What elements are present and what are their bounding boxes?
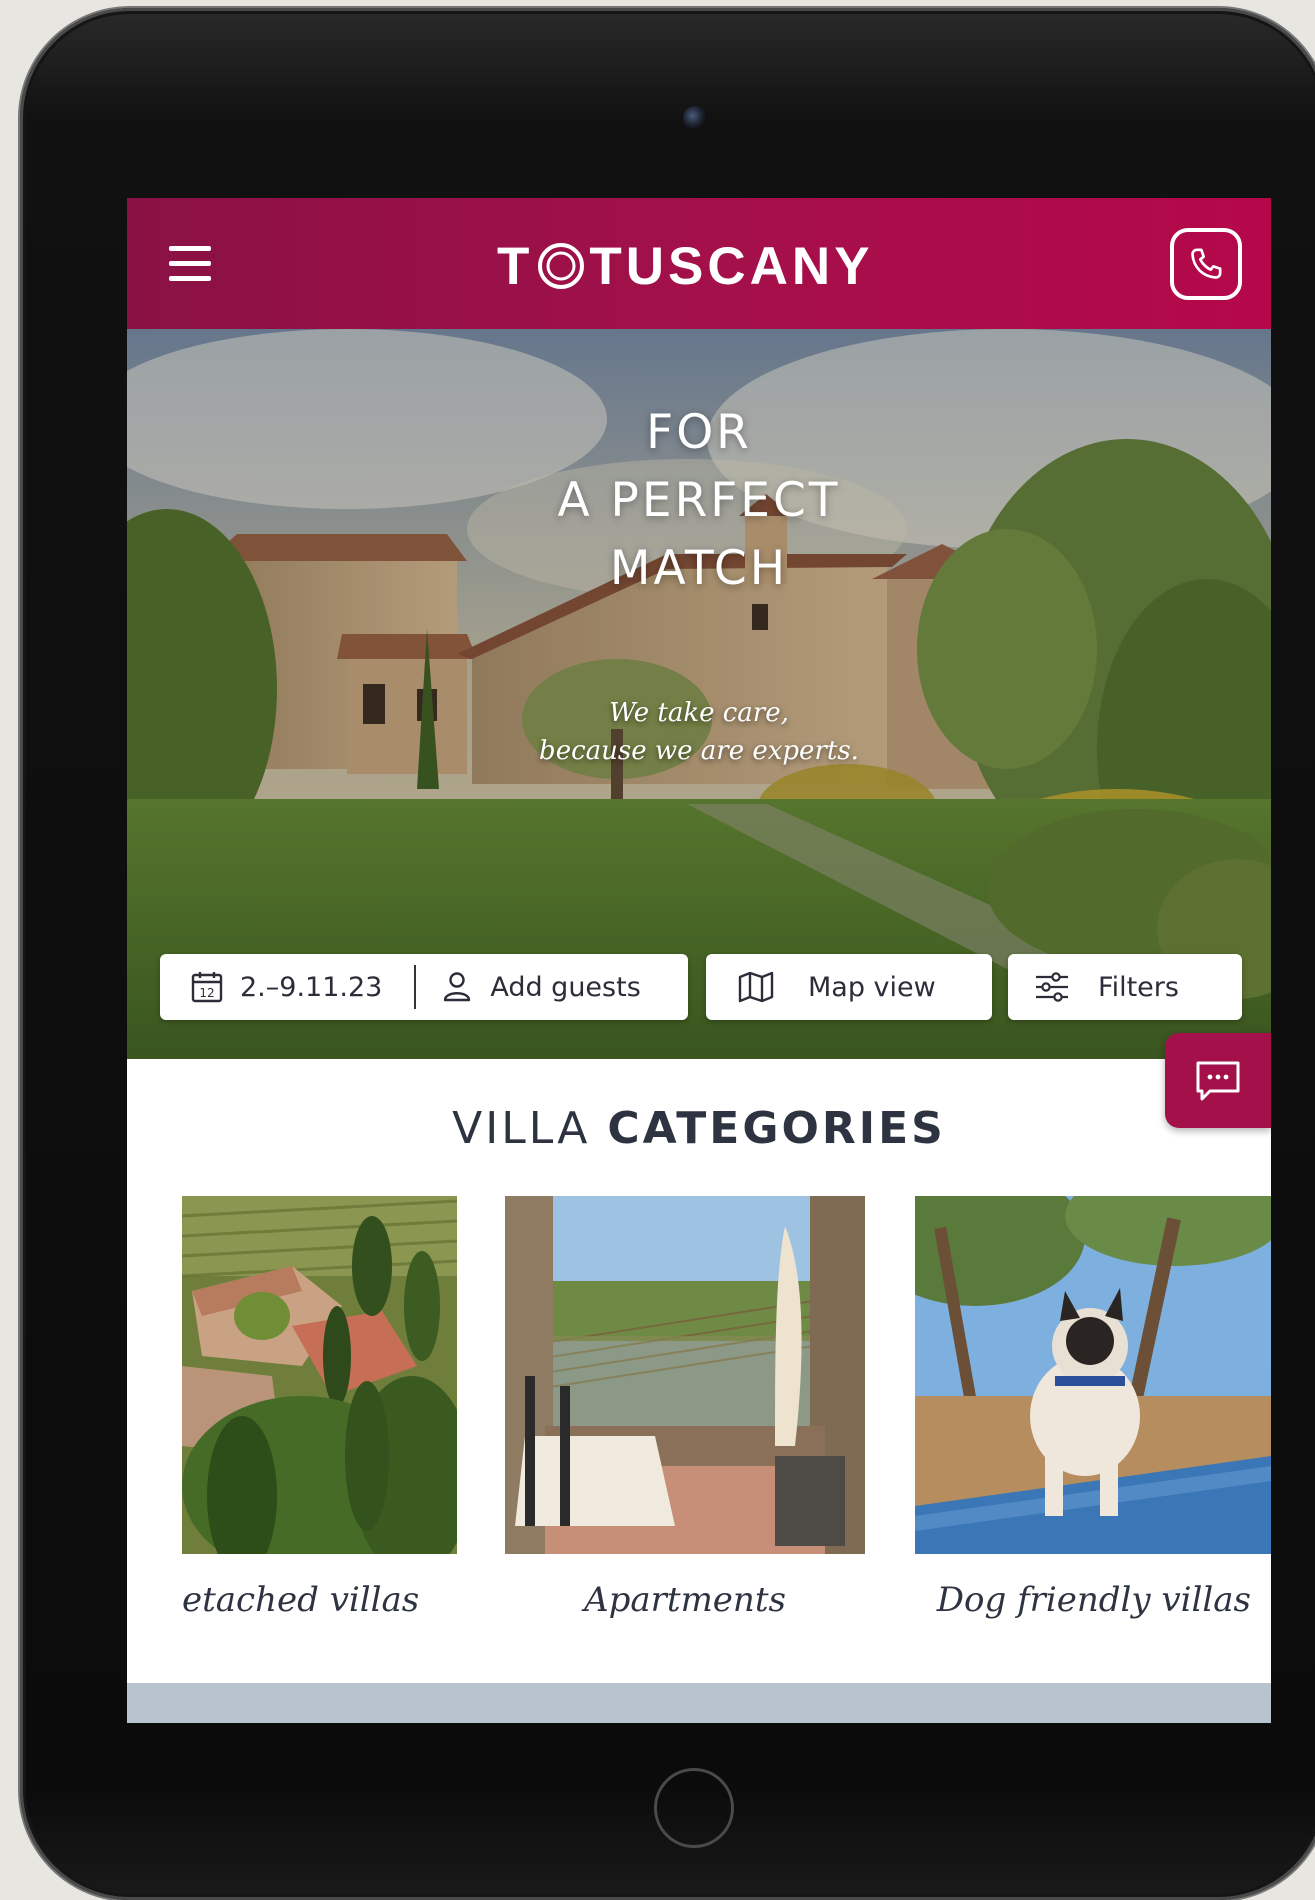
home-button[interactable] xyxy=(654,1768,734,1848)
apartments-image xyxy=(505,1196,865,1554)
dates-value[interactable]: 2.–9.11.23 xyxy=(240,972,382,1003)
map-view-button[interactable]: Map view xyxy=(706,954,992,1020)
hamburger-menu-icon[interactable] xyxy=(169,246,211,282)
filters-label: Filters xyxy=(1098,971,1179,1003)
logo-text-left: T xyxy=(497,236,534,296)
logo-text-right: TUSCANY xyxy=(589,236,874,296)
title-light: VILLA xyxy=(452,1103,591,1154)
filters-sliders-icon xyxy=(1036,972,1068,1002)
villa-categories-title: VILLA CATEGORIES xyxy=(127,1103,1271,1154)
hero-banner: FOR A PERFECT MATCH We take care, becaus… xyxy=(127,329,1271,1059)
logo-circle-icon xyxy=(538,243,585,289)
screen: T TUSCANY FOR A PERFECT MATCH We take ca… xyxy=(127,198,1271,1723)
date-guests-selector: 12 2.–9.11.23 Add guests xyxy=(160,954,688,1020)
category-card-detached-villas[interactable]: etached villas xyxy=(182,1196,457,1620)
hero-title-line3: MATCH xyxy=(609,541,789,596)
detached-villas-image xyxy=(182,1196,457,1554)
hero-subtitle: We take care, because we are experts. xyxy=(127,694,1271,770)
user-icon xyxy=(444,972,471,1002)
hero-subtitle-line2: because we are experts. xyxy=(539,736,859,766)
category-label: etached villas xyxy=(182,1580,420,1620)
add-guests-button[interactable]: Add guests xyxy=(490,972,640,1003)
category-card-apartments[interactable]: Apartments xyxy=(505,1196,865,1620)
site-header: T TUSCANY xyxy=(127,198,1271,329)
filters-button[interactable]: Filters xyxy=(1008,954,1242,1020)
camera-icon xyxy=(683,106,707,130)
hero-title-line1: FOR xyxy=(646,405,752,460)
calendar-icon[interactable]: 12 xyxy=(190,970,224,1004)
calendar-day: 12 xyxy=(199,986,214,1000)
category-label: Apartments xyxy=(584,1580,786,1620)
hero-subtitle-line1: We take care, xyxy=(609,698,789,728)
footer-strip xyxy=(127,1683,1271,1723)
category-label: Dog friendly villas xyxy=(936,1580,1251,1620)
tablet-frame: T TUSCANY FOR A PERFECT MATCH We take ca… xyxy=(20,8,1315,1900)
hero-title-line2: A PERFECT xyxy=(557,473,841,528)
dog-friendly-villas-image xyxy=(915,1196,1271,1554)
phone-button[interactable] xyxy=(1170,228,1242,300)
map-view-label: Map view xyxy=(808,971,936,1003)
hero-title: FOR A PERFECT MATCH xyxy=(127,399,1271,603)
phone-icon xyxy=(1191,248,1222,279)
site-logo[interactable]: T TUSCANY xyxy=(497,236,874,296)
category-card-dog-friendly-villas[interactable]: Dog friendly villas xyxy=(915,1196,1271,1620)
chat-bubble-icon xyxy=(1196,1061,1240,1100)
title-bold: CATEGORIES xyxy=(607,1103,946,1154)
dates-divider xyxy=(414,965,417,1009)
map-icon xyxy=(738,971,774,1003)
